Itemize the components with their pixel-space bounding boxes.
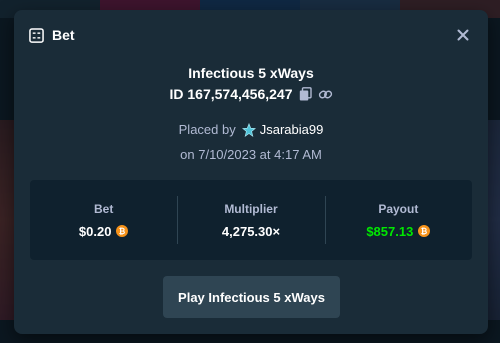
bet-amount-value-row: $0.20 ₿ xyxy=(79,224,129,239)
multiplier-label: Multiplier xyxy=(224,201,278,216)
multiplier-stat: Multiplier 4,275.30× xyxy=(177,180,324,260)
placed-by-label: Placed by xyxy=(178,122,236,137)
bet-amount-label: Bet xyxy=(93,201,114,216)
payout-value-row: $857.13 ₿ xyxy=(366,223,431,239)
bet-stats-panel: Bet $0.20 ₿ Multiplier 4,275.30× Payout … xyxy=(30,180,472,260)
modal-title: Bet xyxy=(52,27,75,43)
bet-id: ID 167,574,456,247 xyxy=(169,86,293,102)
bitcoin-icon: ₿ xyxy=(418,225,431,237)
vip-star-icon xyxy=(241,122,256,137)
svg-text:₿: ₿ xyxy=(421,227,428,236)
copy-link-button[interactable] xyxy=(318,87,333,102)
modal-header: Bet xyxy=(28,24,474,46)
payout-stat: Payout $857.13 ₿ xyxy=(324,180,472,260)
bet-modal: Bet Infectious 5 xWays ID 167,574,456,24… xyxy=(14,10,488,334)
bet-id-row: ID 167,574,456,247 xyxy=(14,86,488,102)
username-link[interactable]: Jsarabia99 xyxy=(260,122,324,137)
receipt-icon xyxy=(28,27,44,43)
bet-amount-value: $0.20 xyxy=(78,223,112,239)
copy-icon xyxy=(299,87,312,101)
multiplier-value: 4,275.30× xyxy=(221,223,281,239)
payout-value: $857.13 xyxy=(366,223,414,239)
play-game-button[interactable]: Play Infectious 5 xWays xyxy=(163,276,340,318)
copy-id-button[interactable] xyxy=(299,87,312,101)
bet-date: on 7/10/2023 at 4:17 AM xyxy=(180,147,322,162)
bitcoin-icon: ₿ xyxy=(116,225,129,237)
game-name: Infectious 5 xWays xyxy=(188,65,314,81)
bet-amount-stat: Bet $0.20 ₿ xyxy=(30,180,177,260)
link-icon xyxy=(318,90,332,98)
close-icon xyxy=(457,29,469,41)
payout-label: Payout xyxy=(378,201,419,216)
placed-by-row: Placed by Jsarabia99 xyxy=(14,122,488,137)
svg-text:₿: ₿ xyxy=(119,227,126,236)
close-button[interactable] xyxy=(454,26,472,44)
